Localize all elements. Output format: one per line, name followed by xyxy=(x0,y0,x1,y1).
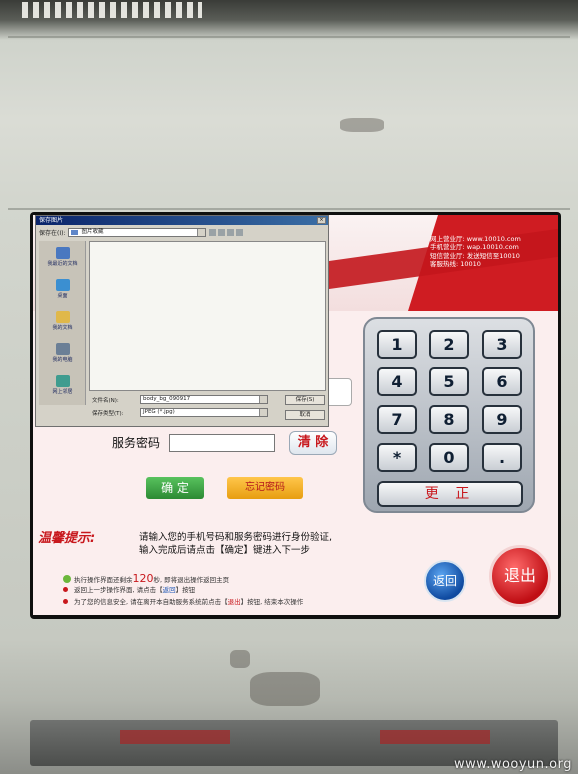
key-0[interactable]: 0 xyxy=(429,443,469,472)
filetype-value: JPEG (*.jpg) xyxy=(143,409,175,415)
key-dot[interactable]: . xyxy=(482,443,522,472)
chevron-down-icon xyxy=(259,409,267,416)
place-label: 我最近的文档 xyxy=(47,261,78,267)
countdown-text: 执行操作界面还剩余 xyxy=(74,576,133,584)
save-in-label: 保存在(I): xyxy=(39,230,66,237)
scuff-mark xyxy=(250,672,320,706)
bullet-icon xyxy=(63,599,68,604)
place-desktop[interactable]: 桌面 xyxy=(39,279,86,299)
password-input[interactable] xyxy=(169,434,275,452)
folder-icon xyxy=(71,230,79,235)
key-5[interactable]: 5 xyxy=(429,367,469,396)
scuff-mark xyxy=(340,118,384,132)
return-word: 返回 xyxy=(162,586,176,594)
forgot-password-button[interactable]: 忘记密码 xyxy=(227,477,303,499)
scuff-mark xyxy=(230,650,250,668)
exit-text: 为了您的信息安全, 请在离开本自助服务系统前点击【 xyxy=(74,598,228,606)
password-label: 服务密码 xyxy=(112,436,161,450)
file-list[interactable] xyxy=(89,241,326,391)
ceiling-lights xyxy=(22,2,202,18)
key-6[interactable]: 6 xyxy=(482,367,522,396)
save-image-dialog: 保存图片 × 保存在(I): 图片收藏 我最近的文档 桌面 我的文档 我的电脑 … xyxy=(35,215,329,427)
dialog-toolbar xyxy=(209,229,244,236)
bezel-edge xyxy=(8,208,570,210)
close-icon[interactable]: × xyxy=(317,217,326,224)
bullet-icon xyxy=(63,587,68,592)
desktop-icon xyxy=(55,279,70,291)
chevron-down-icon xyxy=(197,229,206,236)
save-in-select[interactable]: 图片收藏 xyxy=(68,228,207,237)
numeric-keypad: 1 2 3 4 5 6 7 8 9 * 0 . 更 正 xyxy=(363,317,535,513)
key-1[interactable]: 1 xyxy=(377,330,417,359)
my-computer-icon xyxy=(55,343,70,355)
tips-title: 温馨提示: xyxy=(38,531,96,546)
slot-label xyxy=(120,730,230,744)
key-9[interactable]: 9 xyxy=(482,405,522,434)
hotline-line: 手机营业厅: wap.10010.com xyxy=(430,243,519,252)
cancel-button[interactable]: 取消 xyxy=(285,410,325,420)
back-button[interactable]: 返回 xyxy=(424,560,466,602)
filename-value: body_bg_090917 xyxy=(143,396,191,402)
key-4[interactable]: 4 xyxy=(377,367,417,396)
hotline-line: 短信营业厅: 发送短信至10010 xyxy=(430,251,520,260)
return-text: 】按钮 xyxy=(175,586,196,594)
place-label: 桌面 xyxy=(57,293,68,299)
place-my-documents[interactable]: 我的文档 xyxy=(39,311,86,331)
chevron-down-icon xyxy=(259,396,267,403)
place-network[interactable]: 网上邻居 xyxy=(39,375,86,395)
up-folder-icon[interactable] xyxy=(218,229,226,236)
hotline-line: 客服热线: 10010 xyxy=(430,259,481,268)
view-menu-icon[interactable] xyxy=(236,229,244,236)
tips-line: 输入完成后请点击【确定】键进入下一步 xyxy=(139,545,311,556)
filename-input[interactable]: body_bg_090917 xyxy=(140,395,268,404)
kiosk-screen: 网上营业厅: www.10010.com 手机营业厅: wap.10010.co… xyxy=(30,212,561,619)
new-folder-icon[interactable] xyxy=(227,229,235,236)
tips-line: 请输入您的手机号码和服务密码进行身份验证, xyxy=(139,532,333,543)
place-label: 我的文档 xyxy=(52,325,73,331)
timer-icon xyxy=(63,575,71,583)
filename-label: 文件名(N): xyxy=(92,398,119,404)
slot-label xyxy=(380,730,490,744)
places-bar: 我最近的文档 桌面 我的文档 我的电脑 网上邻居 xyxy=(39,241,86,405)
return-text: 返回上一步操作界面, 请点击【 xyxy=(74,586,163,594)
bezel-edge xyxy=(8,36,570,38)
correct-button[interactable]: 更 正 xyxy=(377,481,523,507)
hotline-info: 网上营业厅: www.10010.com 手机营业厅: wap.10010.co… xyxy=(430,235,550,268)
place-label: 我的电脑 xyxy=(52,357,73,363)
filetype-select[interactable]: JPEG (*.jpg) xyxy=(140,408,268,417)
my-documents-icon xyxy=(55,311,70,323)
key-8[interactable]: 8 xyxy=(429,405,469,434)
key-7[interactable]: 7 xyxy=(377,405,417,434)
watermark: www.wooyun.org xyxy=(453,757,572,772)
confirm-button[interactable]: 确 定 xyxy=(146,477,204,499)
key-star[interactable]: * xyxy=(377,443,417,472)
save-in-value: 图片收藏 xyxy=(81,229,104,235)
network-icon xyxy=(55,375,70,387)
screen-display: 网上营业厅: www.10010.com 手机营业厅: wap.10010.co… xyxy=(33,215,558,615)
key-2[interactable]: 2 xyxy=(429,330,469,359)
countdown-text: 秒, 即将退出操作返回主页 xyxy=(153,576,230,584)
place-label: 网上邻居 xyxy=(52,389,73,395)
exit-text: 】按钮, 结束本次操作 xyxy=(240,598,304,606)
exit-word: 退出 xyxy=(227,598,241,606)
exit-button[interactable]: 退出 xyxy=(489,545,551,607)
kiosk-photo: 网上营业厅: www.10010.com 手机营业厅: wap.10010.co… xyxy=(0,0,578,774)
dialog-title: 保存图片 xyxy=(36,216,328,225)
save-button[interactable]: 保存(S) xyxy=(285,395,325,405)
return-info: 返回上一步操作界面, 请点击【返回】按钮 xyxy=(74,584,195,594)
place-recent[interactable]: 我最近的文档 xyxy=(39,247,86,267)
exit-info: 为了您的信息安全, 请在离开本自助服务系统前点击【退出】按钮, 结束本次操作 xyxy=(74,596,303,606)
recent-docs-icon xyxy=(55,247,70,259)
back-icon[interactable] xyxy=(209,229,217,236)
place-my-computer[interactable]: 我的电脑 xyxy=(39,343,86,363)
clear-button[interactable]: 清 除 xyxy=(289,431,337,455)
key-3[interactable]: 3 xyxy=(482,330,522,359)
filetype-label: 保存类型(T): xyxy=(92,411,124,417)
save-in-row: 保存在(I): 图片收藏 xyxy=(39,228,244,237)
